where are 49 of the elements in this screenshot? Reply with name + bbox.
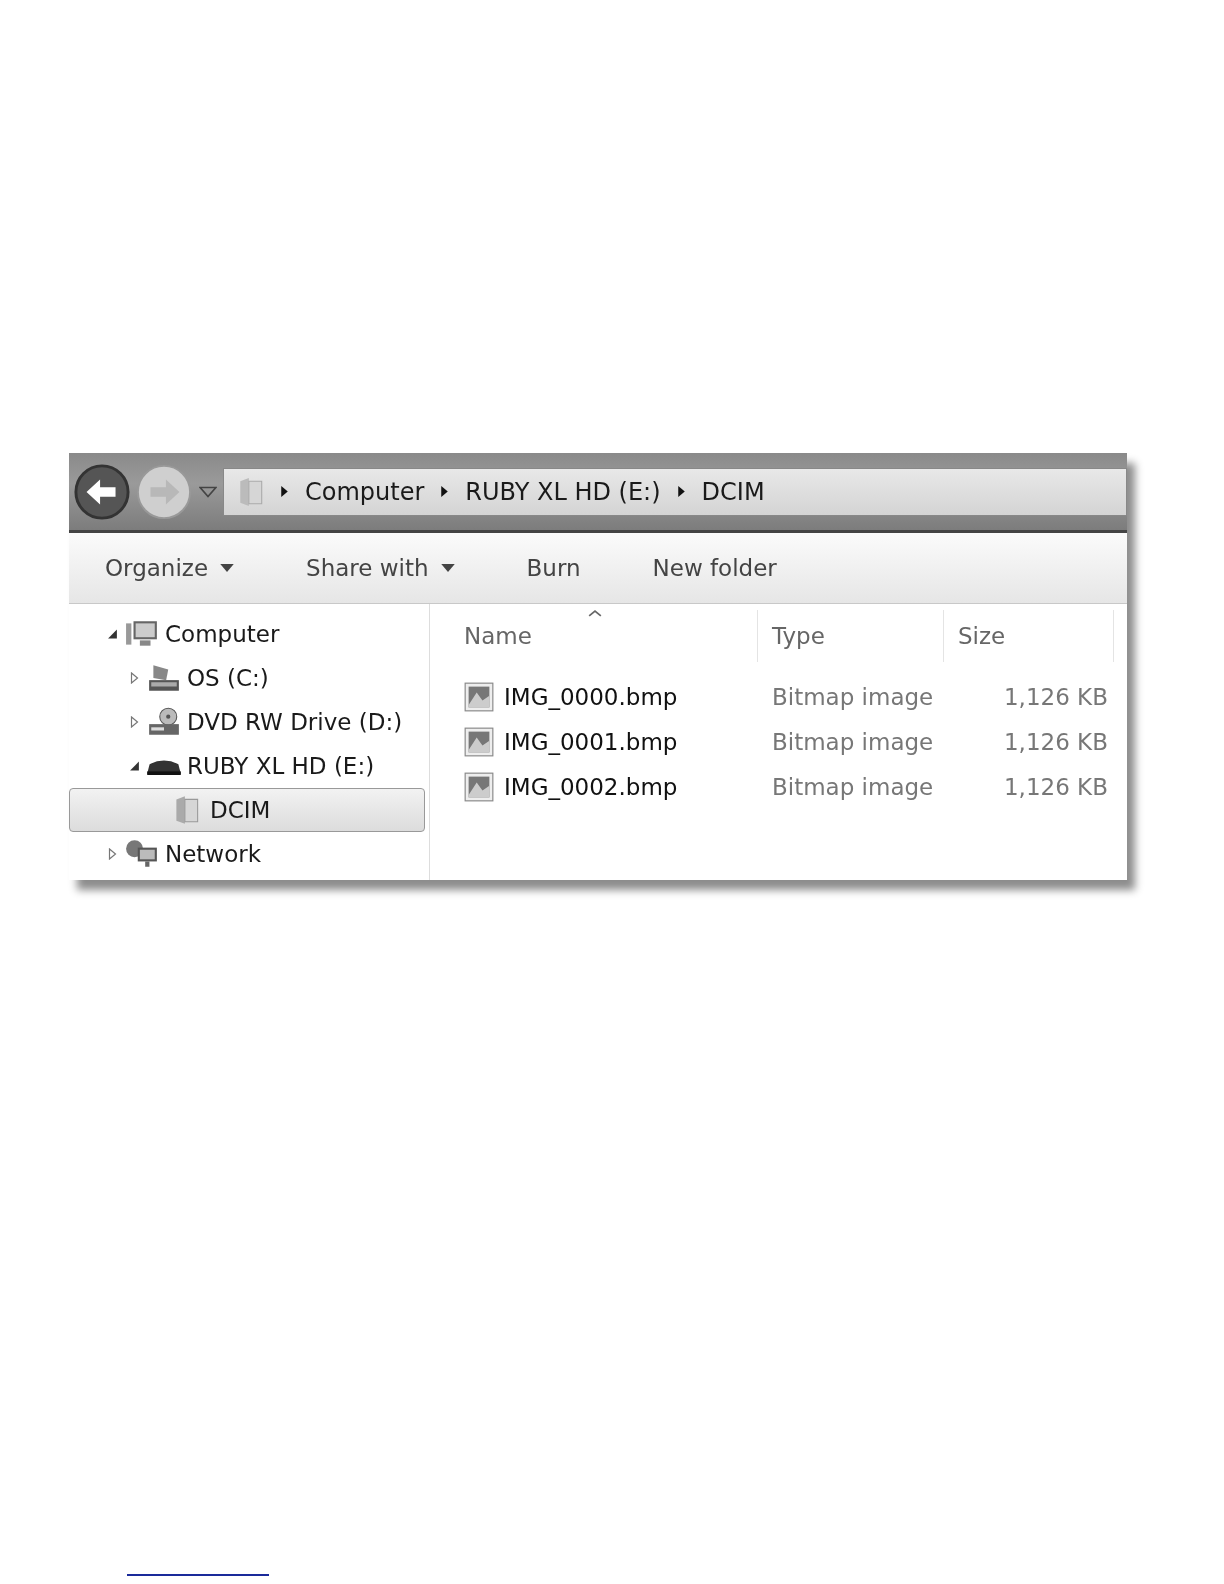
caret-icon bbox=[220, 563, 235, 573]
collapsed-arrow-icon[interactable] bbox=[129, 672, 140, 684]
file-type: Bitmap image bbox=[772, 728, 934, 755]
hard-drive-icon bbox=[147, 663, 181, 693]
tree-item[interactable]: OS (C:) bbox=[69, 656, 425, 700]
file-row[interactable]: IMG_0001.bmp Bitmap image 1,126 KB bbox=[430, 719, 1127, 764]
folder-icon bbox=[238, 476, 264, 507]
chevron-icon[interactable] bbox=[676, 485, 686, 498]
breadcrumb[interactable]: Computer bbox=[305, 477, 425, 506]
column-header[interactable]: Name bbox=[430, 610, 758, 662]
breadcrumb[interactable]: DCIM bbox=[701, 477, 765, 506]
file-name: IMG_0001.bmp bbox=[504, 728, 678, 755]
toolbar-button[interactable]: Organize bbox=[91, 551, 249, 585]
disc-drive-icon bbox=[147, 707, 181, 737]
history-dropdown-icon[interactable] bbox=[199, 484, 217, 499]
network-icon bbox=[125, 839, 159, 869]
chevron-icon[interactable] bbox=[440, 485, 450, 498]
file-size: 1,126 KB bbox=[1003, 683, 1108, 710]
file-name: IMG_0002.bmp bbox=[504, 773, 678, 800]
file-size: 1,126 KB bbox=[1003, 773, 1108, 800]
file-type: Bitmap image bbox=[772, 683, 934, 710]
breadcrumb[interactable]: RUBY XL HD (E:) bbox=[465, 477, 661, 506]
image-file-icon bbox=[464, 681, 494, 712]
address-field[interactable]: Computer RUBY XL HD (E:) DCIM bbox=[223, 467, 1127, 516]
back-button[interactable] bbox=[73, 462, 131, 521]
tree-item[interactable]: DCIM bbox=[69, 788, 425, 832]
expanded-arrow-icon[interactable] bbox=[129, 760, 140, 772]
column-header[interactable]: Type bbox=[758, 610, 944, 662]
file-type: Bitmap image bbox=[772, 773, 934, 800]
tree-item[interactable]: Network bbox=[69, 832, 425, 876]
collapsed-arrow-icon[interactable] bbox=[107, 848, 118, 860]
image-file-icon bbox=[464, 726, 494, 757]
file-row[interactable]: IMG_0000.bmp Bitmap image 1,126 KB bbox=[430, 674, 1127, 719]
column-header[interactable]: Size bbox=[944, 610, 1114, 662]
toolbar-button[interactable]: Burn bbox=[512, 551, 595, 585]
image-file-icon bbox=[464, 771, 494, 802]
computer-icon bbox=[125, 619, 159, 649]
collapsed-arrow-icon[interactable] bbox=[129, 716, 140, 728]
file-row[interactable]: IMG_0002.bmp Bitmap image 1,126 KB bbox=[430, 764, 1127, 809]
tree-item[interactable]: RUBY XL HD (E:) bbox=[69, 744, 425, 788]
file-name: IMG_0000.bmp bbox=[504, 683, 678, 710]
toolbar-button[interactable]: New folder bbox=[638, 551, 791, 585]
chevron-icon[interactable] bbox=[280, 485, 289, 498]
caret-icon bbox=[440, 563, 455, 573]
tree-item[interactable]: DVD RW Drive (D:) bbox=[69, 700, 425, 744]
file-size: 1,126 KB bbox=[1003, 728, 1108, 755]
expanded-arrow-icon[interactable] bbox=[107, 628, 118, 640]
tree-item[interactable]: Computer bbox=[69, 612, 425, 656]
toolbar-button[interactable]: Share with bbox=[292, 551, 469, 585]
